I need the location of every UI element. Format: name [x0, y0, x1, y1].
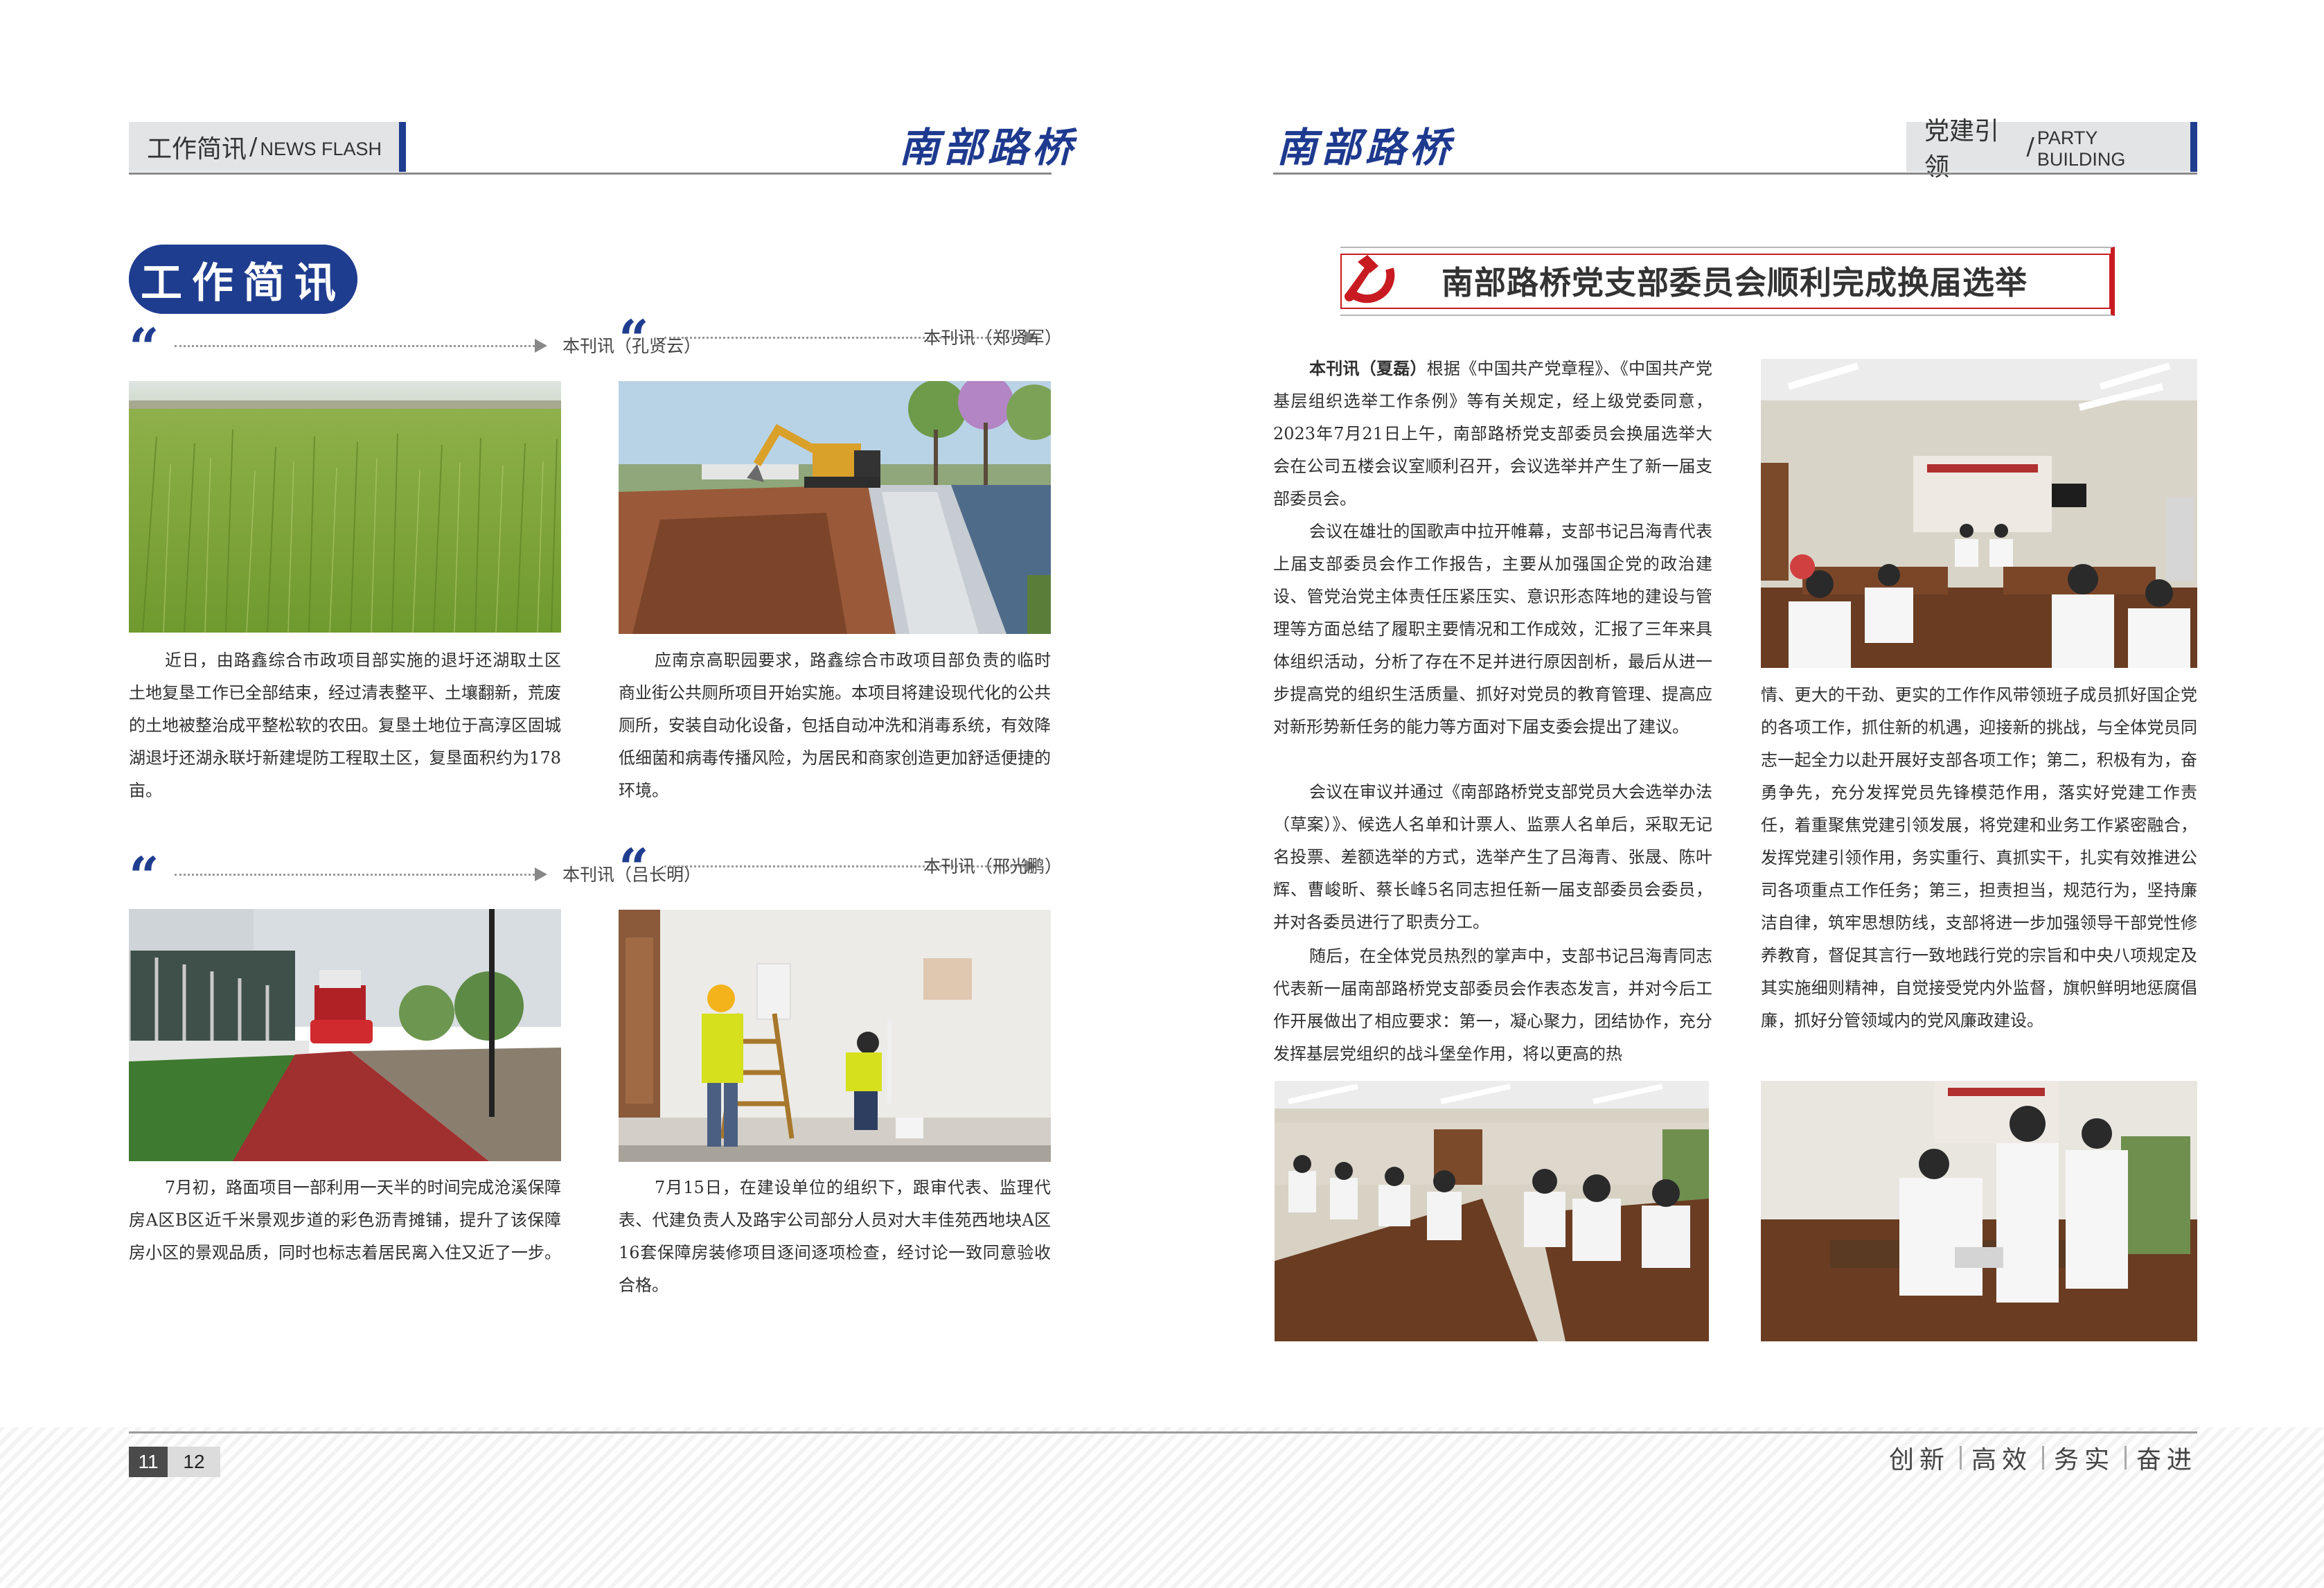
news-4-text: 7月15日，在建设单位的组织下，跟审代表、监理代表、代建负责人及路宇公司部分人员… [619, 1178, 1051, 1295]
slogan-word-1: 创新 [1888, 1446, 1950, 1474]
article-paragraph-4-continued: 情、更大的干劲、更实的工作作风带领班子成员抓好国企党的各项工作，抓住新的机遇，迎… [1761, 685, 2197, 1030]
slogan-word-3: 务实 [2053, 1446, 2115, 1474]
arrow-icon [535, 867, 547, 881]
meeting-room-photo [1761, 359, 2197, 668]
article-byline: 本刊讯（夏磊） [1309, 358, 1427, 378]
footer-rule [129, 1431, 2197, 1433]
page-number-right: 12 [168, 1447, 220, 1477]
dotted-leader [175, 874, 535, 876]
news-2-byline-row: “ 本刊讯（郑贤军） [619, 313, 1062, 366]
left-section-tab: 工作简讯 / NEWS FLASH [129, 122, 406, 172]
article-paragraph-2: 会议在雄壮的国歌声中拉开帷幕，支部书记吕海青代表上届支部委员会作工作报告，主要从… [1273, 522, 1712, 736]
page-number-left: 11 [129, 1447, 168, 1477]
article-paragraph-3: 会议在审议并通过《南部路桥党支部党员大会选举办法（草案）》、候选人名单和计票人、… [1273, 782, 1712, 932]
road-roller-photo [129, 909, 561, 1161]
ballot-casting-photo [1761, 1081, 2197, 1341]
quote-mark-icon: “ [129, 845, 159, 907]
news-section-badge: 工作简讯 [129, 245, 357, 314]
slogan-divider [2041, 1446, 2044, 1470]
voting-photo [1275, 1081, 1709, 1341]
article-title-frame: 南部路桥党支部委员会顺利完成换届选举 [1340, 247, 2115, 316]
quote-mark-icon: “ [129, 317, 159, 378]
right-section-subtitle: PARTY BUILDING [2037, 127, 2126, 170]
left-section-subtitle: NEWS FLASH [260, 138, 382, 159]
right-section-tab: 党建引领 / PARTY BUILDING [1906, 117, 2197, 182]
quote-mark-icon: “ [619, 308, 649, 370]
slogan-word-2: 高效 [1971, 1446, 2032, 1474]
arrow-icon [535, 339, 547, 353]
rice-field-photo [129, 381, 561, 633]
slogan-divider [1959, 1446, 1962, 1470]
article-title: 南部路桥党支部委员会顺利完成换届选举 [1442, 264, 2028, 301]
slogan-divider [2124, 1446, 2127, 1470]
news-4-byline-row: “ 本刊讯（邢光鹏） [619, 842, 1062, 894]
left-brand-logo: 南部路桥 [899, 124, 1077, 171]
inspection-photo [619, 910, 1051, 1162]
news-3-text: 7月初，路面项目一部利用一天半的时间完成沧溪保障房A区B区近千米景观步道的彩色沥… [129, 1178, 561, 1262]
news-2-text: 应南京高职园要求，路鑫综合市政项目部负责的临时商业街公共厕所项目开始实施。本项目… [619, 651, 1051, 800]
dotted-leader [175, 345, 535, 347]
article-paragraph-1: 本刊讯（夏磊）根据《中国共产党章程》、《中国共产党基层组织选举工作条例》等有关规… [1273, 358, 1712, 509]
right-brand-logo: 南部路桥 [1277, 124, 1455, 171]
slogan-word-4: 奋进 [2136, 1446, 2197, 1474]
excavator-photo [619, 381, 1051, 634]
news-1-text: 近日，由路鑫综合市政项目部实施的退圩还湖取土区土地复垦工作已全部结束，经过清表整… [129, 651, 561, 800]
party-emblem-icon [1337, 248, 1401, 312]
left-section-title: 工作简讯 [147, 135, 247, 164]
news-2-byline: 本刊讯（郑贤军） [923, 328, 1063, 348]
news-1-byline-row: “ 本刊讯（孔贤云） [129, 321, 701, 374]
right-header-rule [1273, 173, 2197, 175]
article-paragraph-4: 随后，在全体党员热烈的掌声中，支部书记吕海青同志代表新一届南部路桥党支部委员会作… [1273, 946, 1712, 1064]
news-3-byline-row: “ 本刊讯（吕长明） [129, 850, 701, 903]
footer-slogan: 创新 高效 务实 奋进 [1889, 1440, 2197, 1476]
quote-mark-icon: “ [619, 837, 649, 899]
left-header-rule [129, 173, 1052, 175]
news-4-byline: 本刊讯（邢光鹏） [923, 856, 1063, 876]
